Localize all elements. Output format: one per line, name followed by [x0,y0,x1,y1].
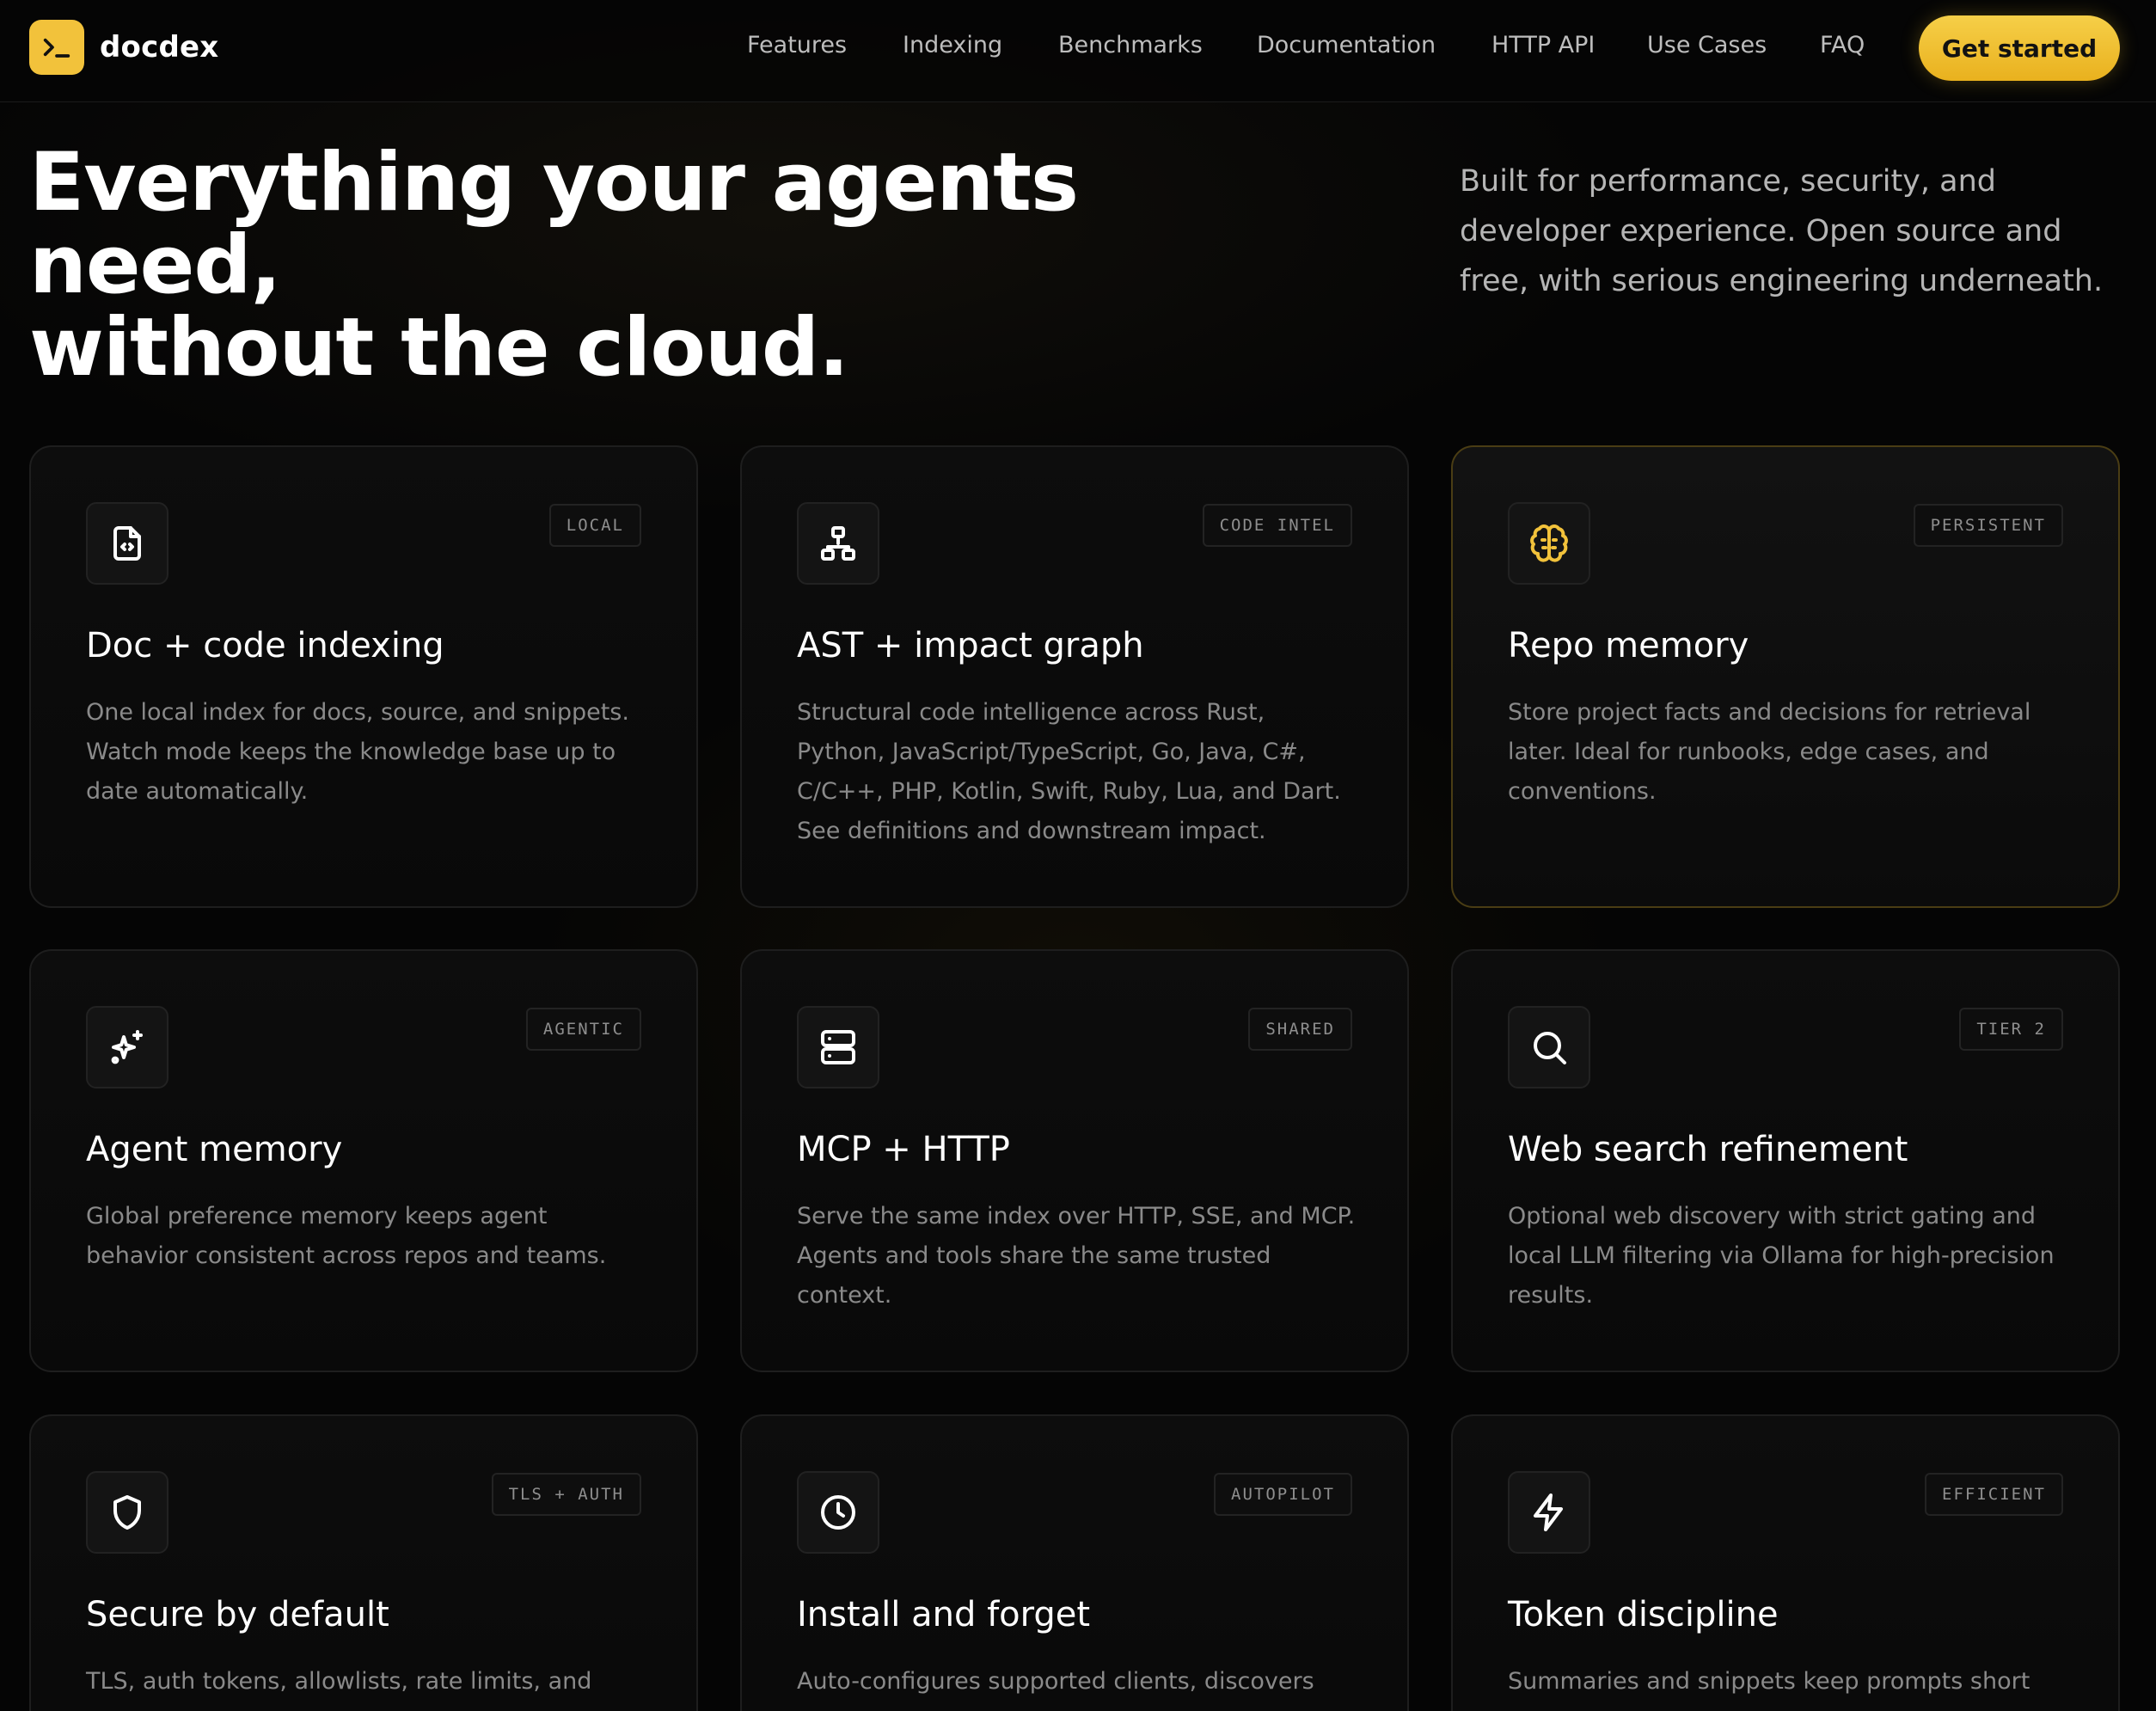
nav-link-benchmarks[interactable]: Benchmarks [1058,32,1203,58]
feature-title: Install and forget [797,1595,1091,1634]
server-icon [797,1006,879,1089]
hero-subtitle: Built for performance, security, and dev… [1460,164,2104,298]
nav-link-faq[interactable]: FAQ [1820,32,1865,58]
feature-tag: PERSISTENT [1913,504,2063,547]
feature-description: Summaries and snippets keep prompts shor… [1508,1668,2030,1695]
feature-description: Optional web discovery with strict gatin… [1508,1203,2055,1309]
feature-tag: TIER 2 [1959,1008,2063,1051]
feature-title: Agent memory [86,1130,343,1169]
feature-title: Web search refinement [1508,1130,1908,1169]
network-tree-icon [797,502,879,585]
feature-description: Global preference memory keeps agent beh… [86,1203,607,1269]
nav-link-use-cases[interactable]: Use Cases [1647,32,1767,58]
top-navigation: docdex Features Indexing Benchmarks Docu… [0,0,2156,102]
hero-title: Everything your agents need, without the… [29,142,1319,389]
feature-description: One local index for docs, source, and sn… [86,699,629,805]
feature-card-ast-impact-graph: CODE INTEL AST + impact graph Structural… [740,445,1409,908]
feature-card-secure-by-default: TLS + AUTH Secure by default TLS, auth t… [29,1414,698,1711]
feature-title: AST + impact graph [797,626,1144,665]
feature-tag: SHARED [1248,1008,1352,1051]
feature-tag: AGENTIC [525,1008,641,1051]
feature-tag: EFFICIENT [1925,1473,2063,1516]
nav-link-http-api[interactable]: HTTP API [1491,32,1595,58]
feature-title: Token discipline [1508,1595,1779,1634]
sparkles-icon [86,1006,168,1089]
search-icon [1508,1006,1590,1089]
feature-tag: AUTOPILOT [1214,1473,1352,1516]
feature-tag: TLS + AUTH [491,1473,641,1516]
nav-links: Features Indexing Benchmarks Documentati… [0,32,2156,66]
nav-link-indexing[interactable]: Indexing [903,32,1002,58]
get-started-button[interactable]: Get started [1919,15,2120,81]
feature-card-doc-code-indexing: LOCAL Doc + code indexing One local inde… [29,445,698,908]
feature-card-repo-memory: PERSISTENT Repo memory Store project fac… [1451,445,2120,908]
feature-description: Serve the same index over HTTP, SSE, and… [797,1203,1356,1309]
lightning-icon [1508,1471,1590,1554]
feature-title: Doc + code indexing [86,626,444,665]
feature-card-token-discipline: EFFICIENT Token discipline Summaries and… [1451,1414,2120,1711]
nav-link-documentation[interactable]: Documentation [1257,32,1436,58]
hero-title-line-2: without the cloud. [29,301,849,395]
shield-icon [86,1471,168,1554]
brain-icon [1508,502,1590,585]
hero-title-line-1: Everything your agents need, [29,136,1079,312]
feature-title: Secure by default [86,1595,389,1634]
feature-description: Structural code intelligence across Rust… [797,699,1341,844]
feature-title: Repo memory [1508,626,1749,665]
nav-link-features[interactable]: Features [747,32,847,58]
feature-description: Auto-configures supported clients, disco… [797,1668,1314,1695]
feature-tag: LOCAL [548,504,641,547]
clock-icon [797,1471,879,1554]
feature-card-agent-memory: AGENTIC Agent memory Global preference m… [29,949,698,1372]
file-code-icon [86,502,168,585]
feature-card-web-search-refinement: TIER 2 Web search refinement Optional we… [1451,949,2120,1372]
feature-card-install-and-forget: AUTOPILOT Install and forget Auto-config… [740,1414,1409,1711]
feature-card-mcp-http: SHARED MCP + HTTP Serve the same index o… [740,949,1409,1372]
feature-description: Store project facts and decisions for re… [1508,699,2031,805]
feature-title: MCP + HTTP [797,1130,1010,1169]
feature-description: TLS, auth tokens, allowlists, rate limit… [86,1668,592,1695]
feature-tag: CODE INTEL [1202,504,1352,547]
